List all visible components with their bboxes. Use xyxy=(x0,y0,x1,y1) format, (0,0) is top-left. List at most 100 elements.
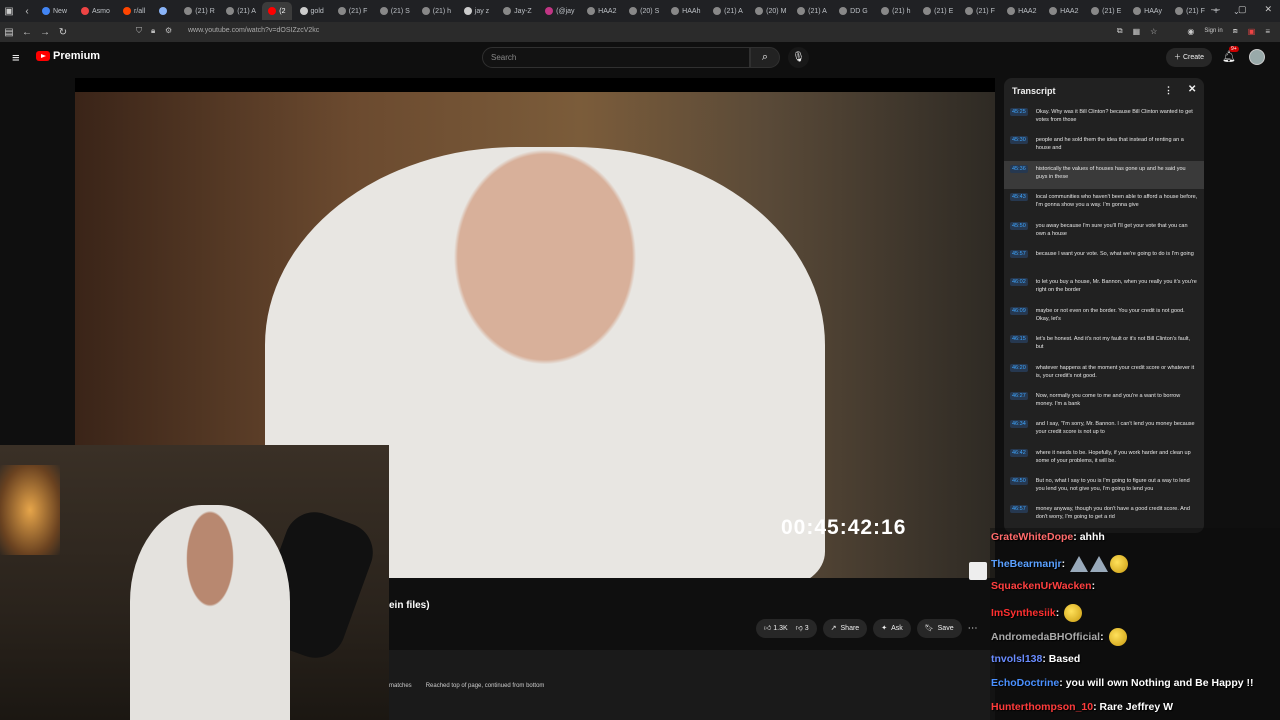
segment-timestamp[interactable]: 45:25 xyxy=(1010,108,1028,116)
chat-username[interactable]: tnvolsl138 xyxy=(991,653,1042,665)
browser-tab[interactable]: (21) F xyxy=(1169,2,1209,20)
segment-timestamp[interactable]: 46:34 xyxy=(1010,420,1028,429)
browser-tab[interactable]: (21) F xyxy=(332,2,372,20)
youtube-logo[interactable]: Premium xyxy=(36,50,100,62)
browser-tab[interactable]: (@jay xyxy=(539,2,579,20)
browser-tab[interactable]: (20) M xyxy=(749,2,789,20)
search-input[interactable]: Search xyxy=(482,47,750,68)
browser-tab[interactable]: HAA2 xyxy=(581,2,621,20)
segment-timestamp[interactable]: 45:30 xyxy=(1010,136,1028,145)
transcript-segment[interactable]: 46:34 and I say, "I'm sorry, Mr. Bannon. … xyxy=(1004,416,1204,444)
minimize-icon[interactable]: — xyxy=(1211,4,1220,15)
chat-username[interactable]: ImSynthesiik xyxy=(991,607,1056,619)
channel-watermark-icon[interactable] xyxy=(969,562,987,580)
transcript-segment[interactable]: 45:30 people and he sold them the idea th… xyxy=(1004,132,1204,160)
like-button[interactable]: 👍︎ 1.3K xyxy=(764,619,788,638)
browser-tab[interactable]: HAAy xyxy=(1127,2,1167,20)
browser-tab[interactable]: (21) h xyxy=(875,2,915,20)
account-icon[interactable]: ◉ xyxy=(1187,27,1194,36)
segment-timestamp[interactable]: 45:43 xyxy=(1010,193,1028,202)
save-button[interactable]: 🔖︎ Save xyxy=(916,619,962,638)
transcript-segment[interactable]: 45:25 Okay. Why was it Bill Clinton? beca… xyxy=(1004,104,1204,132)
browser-tab[interactable]: jay z xyxy=(458,2,495,20)
notifications-button[interactable]: 🔔︎ 9+ xyxy=(1222,46,1239,63)
browser-tab[interactable]: (21) E xyxy=(1085,2,1125,20)
browser-tab[interactable]: (21) A xyxy=(707,2,747,20)
chat-username[interactable]: AndromedaBHOfficial xyxy=(991,631,1100,643)
browser-tab[interactable]: HAA2 xyxy=(1001,2,1041,20)
browser-tab[interactable]: (2 xyxy=(262,2,292,20)
bookmark-star-icon[interactable]: ☆ xyxy=(1150,27,1157,36)
browser-tab[interactable]: HAA2 xyxy=(1043,2,1083,20)
browser-tab[interactable]: (21) F xyxy=(959,2,999,20)
menu-icon[interactable]: ≡ xyxy=(12,50,20,65)
close-icon[interactable]: ✕ xyxy=(1188,84,1196,95)
transcript-segment[interactable]: 46:27 Now, normally you come to me and yo… xyxy=(1004,388,1204,416)
share-button[interactable]: ↗ Share xyxy=(822,619,868,638)
close-window-icon[interactable]: ✕ xyxy=(1264,4,1272,15)
chat-username[interactable]: Hunterthompson_10 xyxy=(991,701,1093,713)
segment-timestamp[interactable]: 45:57 xyxy=(1010,249,1028,258)
segment-timestamp[interactable]: 45:50 xyxy=(1010,221,1028,230)
transcript-segment[interactable]: 46:20 whatever happens at the moment your… xyxy=(1004,360,1204,388)
chat-username[interactable]: TheBearmanjr xyxy=(991,558,1062,570)
url-field[interactable]: www.youtube.com/watch?v=dOSIZzcV2kc xyxy=(188,27,319,34)
screenshot-icon[interactable]: ⧉ xyxy=(1117,26,1123,36)
browser-tab[interactable]: (21) A xyxy=(791,2,831,20)
shield-icon[interactable]: ⛉ xyxy=(136,26,142,36)
segment-timestamp[interactable]: 46:57 xyxy=(1010,505,1028,514)
browser-tab[interactable]: Jay-Z xyxy=(497,2,537,20)
transcript-segment[interactable]: 45:36 historically the values of houses h… xyxy=(1004,160,1204,190)
transcript-segment[interactable]: 46:02 to let you buy a house, Mr. Bannon,… xyxy=(1004,274,1204,302)
browser-tab[interactable]: (20) S xyxy=(623,2,663,20)
browser-tab[interactable]: HAAh xyxy=(665,2,705,20)
forward-icon[interactable]: → xyxy=(36,27,54,38)
chat-username[interactable]: GrateWhiteDope xyxy=(991,531,1073,543)
browser-tab[interactable]: gold xyxy=(294,2,330,20)
reader-icon[interactable]: ▦ xyxy=(1133,27,1141,36)
browser-tab[interactable]: New xyxy=(36,2,73,20)
browser-tab[interactable]: DD G xyxy=(833,2,873,20)
site-settings-icon[interactable]: ⚙ xyxy=(165,26,172,35)
chat-username[interactable]: EchoDoctrine xyxy=(991,677,1059,689)
back-icon[interactable]: ← xyxy=(18,27,36,38)
transcript-segment[interactable]: 46:50 But no, what I say to you is I'm go… xyxy=(1004,473,1204,501)
sidebar-toggle-icon[interactable]: ▤ xyxy=(0,27,18,38)
browser-tab[interactable]: (21) h xyxy=(416,2,456,20)
extension-badge-icon[interactable]: ▣ xyxy=(1248,27,1256,36)
segment-timestamp[interactable]: 45:36 xyxy=(1010,164,1028,173)
signin-label[interactable]: Sign in xyxy=(1204,28,1222,34)
avatar[interactable] xyxy=(1249,49,1265,65)
reload-icon[interactable]: ↻ xyxy=(54,27,72,38)
segment-timestamp[interactable]: 46:02 xyxy=(1010,278,1028,287)
transcript-segment[interactable]: 45:57 because I want your vote. So, what … xyxy=(1004,246,1204,274)
browser-tab[interactable]: (21) A xyxy=(220,2,260,20)
transcript-segment[interactable]: 46:57 money anyway, though you don't have… xyxy=(1004,501,1204,529)
segment-timestamp[interactable]: 46:27 xyxy=(1010,391,1028,400)
browser-menu-icon[interactable]: ≡ xyxy=(1265,27,1270,36)
voice-search-button[interactable]: 🎙︎ xyxy=(788,47,809,68)
segment-timestamp[interactable]: 46:15 xyxy=(1010,335,1028,344)
transcript-segment[interactable]: 46:15 let's be honest. And it's not my fa… xyxy=(1004,331,1204,359)
browser-tab[interactable]: r/all xyxy=(117,2,151,20)
chat-username[interactable]: SquackenUrWacken xyxy=(991,580,1092,592)
segment-timestamp[interactable]: 46:09 xyxy=(1010,306,1028,315)
browser-tab[interactable]: (21) R xyxy=(178,2,218,20)
browser-tab[interactable]: (21) E xyxy=(917,2,957,20)
transcript-segment[interactable]: 45:43 local communities who haven't been … xyxy=(1004,189,1204,217)
transcript-segment[interactable]: 45:50 you away because I'm sure you'll I'… xyxy=(1004,218,1204,246)
more-vert-icon[interactable]: ⋮ xyxy=(1164,85,1173,96)
window-menu-icon[interactable]: ▣ xyxy=(0,6,18,17)
dislike-button[interactable]: 👎︎ 3 xyxy=(796,619,809,638)
tab-scroll-left-icon[interactable]: ‹ xyxy=(18,6,36,17)
browser-tab[interactable]: (21) S xyxy=(374,2,414,20)
browser-tab[interactable] xyxy=(153,2,176,20)
segment-timestamp[interactable]: 46:50 xyxy=(1010,477,1028,486)
ask-button[interactable]: ✦ Ask xyxy=(873,619,911,638)
extensions-icon[interactable]: ⧈ xyxy=(1233,26,1238,36)
transcript-segment[interactable]: 46:42 where it needs to be. Hopefully, if… xyxy=(1004,445,1204,473)
search-button[interactable]: ⌕ xyxy=(750,47,780,68)
browser-tab[interactable]: Asmo xyxy=(75,2,115,20)
more-actions-icon[interactable]: ⋯ xyxy=(968,623,978,634)
lock-icon[interactable]: 🔒︎ xyxy=(151,26,155,36)
